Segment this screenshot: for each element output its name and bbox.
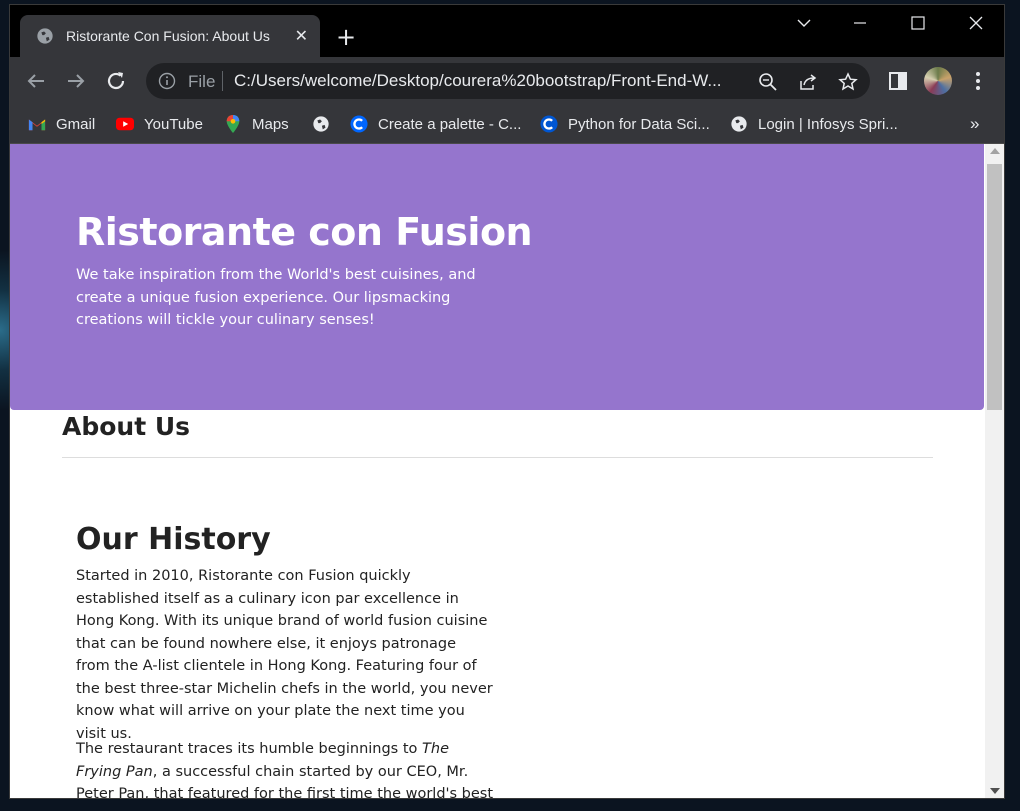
history-heading: Our History (76, 522, 271, 557)
more-menu-icon[interactable] (966, 69, 990, 93)
globe-icon (37, 28, 53, 44)
bookmark-label: Maps (252, 115, 289, 133)
history-paragraph: Started in 2010, Ristorante con Fusion q… (76, 568, 493, 742)
scrollbar-thumb[interactable] (987, 164, 1002, 410)
bookmark-label: Gmail (56, 115, 96, 133)
gmail-icon (28, 119, 46, 131)
tab-search-chevron-icon[interactable] (796, 15, 812, 31)
bookmarks-bar: Gmail YouTube Maps Create a palette - C.… (10, 105, 1004, 144)
omnibox-divider (222, 71, 223, 91)
jumbotron: Ristorante con Fusion We take inspiratio… (10, 144, 984, 410)
side-panel-icon[interactable] (886, 69, 910, 93)
bookmark-label: Login | Infosys Spri... (758, 115, 898, 133)
browser-toolbar: File C:/Users/welcome/Desktop/courera%20… (10, 57, 1004, 105)
maximize-icon[interactable] (910, 15, 926, 31)
vertical-scrollbar[interactable] (985, 144, 1004, 798)
bookmarks-overflow-button[interactable]: » (970, 112, 979, 136)
tab-close-icon[interactable]: ✕ (295, 26, 308, 46)
bookmark-infosys-login[interactable]: Login | Infosys Spri... (730, 112, 898, 136)
bookmark-label: Create a palette - C... (378, 115, 522, 133)
history-paragraph-2: The restaurant traces its humble beginni… (76, 738, 494, 798)
globe-icon (313, 116, 329, 132)
active-tab[interactable]: Ristorante Con Fusion: About Us ✕ (20, 15, 320, 57)
scroll-up-arrow-icon[interactable] (990, 148, 1000, 154)
browser-window: Ristorante Con Fusion: About Us ✕ + File… (9, 4, 1005, 799)
bookmark-youtube[interactable]: YouTube (116, 112, 203, 136)
bookmark-label: YouTube (144, 115, 203, 133)
heading-divider (62, 457, 933, 458)
globe-icon (731, 116, 747, 132)
bookmark-globe[interactable] (312, 112, 340, 136)
scroll-down-arrow-icon[interactable] (990, 788, 1000, 794)
jumbotron-text: We take inspiration from the World's bes… (76, 267, 476, 328)
forward-arrow-icon[interactable] (64, 69, 88, 93)
bookmark-python-data-science[interactable]: Python for Data Sci... (540, 112, 710, 136)
bookmark-create-palette[interactable]: Create a palette - C... (350, 112, 521, 136)
tab-title: Ristorante Con Fusion: About Us (66, 28, 270, 44)
youtube-icon (116, 117, 134, 131)
scheme-label: File (188, 72, 216, 91)
info-icon[interactable] (158, 72, 176, 90)
paragraph-text: The restaurant traces its humble beginni… (76, 741, 423, 757)
share-icon[interactable] (798, 72, 818, 92)
new-tab-button[interactable]: + (336, 25, 356, 49)
bookmark-gmail[interactable]: Gmail (28, 112, 95, 136)
about-heading: About Us (62, 412, 191, 441)
close-window-icon[interactable] (968, 15, 984, 31)
back-arrow-icon[interactable] (24, 69, 48, 93)
jumbotron-title: Ristorante con Fusion (76, 210, 533, 254)
address-bar[interactable]: File C:/Users/welcome/Desktop/courera%20… (146, 63, 870, 99)
profile-avatar[interactable] (924, 67, 952, 95)
maps-icon (226, 115, 240, 133)
url-text[interactable]: C:/Users/welcome/Desktop/courera%20boots… (234, 71, 744, 91)
bookmark-star-icon[interactable] (838, 72, 858, 92)
reload-icon[interactable] (104, 69, 128, 93)
coursera-icon (540, 115, 558, 133)
coolors-icon (350, 115, 368, 133)
minimize-icon[interactable] (852, 15, 868, 31)
page-viewport: Ristorante con Fusion We take inspiratio… (10, 144, 985, 798)
title-bar: Ristorante Con Fusion: About Us ✕ + (10, 5, 1004, 57)
bookmark-label: Python for Data Sci... (568, 115, 710, 133)
zoom-icon[interactable] (758, 72, 778, 92)
bookmark-maps[interactable]: Maps (224, 112, 289, 136)
